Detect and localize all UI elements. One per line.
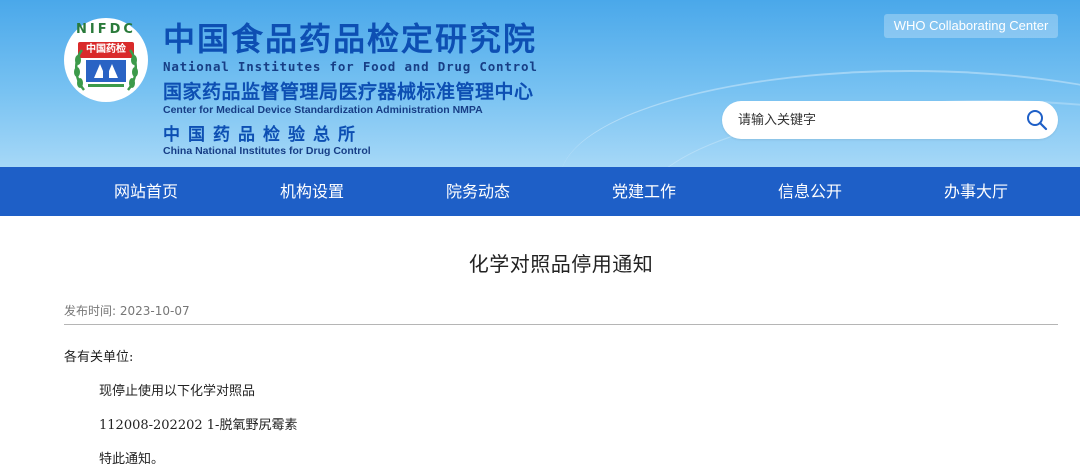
article-title: 化学对照品停用通知 [468, 252, 654, 276]
search-bar [722, 101, 1058, 139]
article-paragraph: 特此通知。 [99, 452, 165, 467]
search-input[interactable] [738, 101, 1018, 139]
who-collaborating-center-link[interactable]: WHO Collaborating Center [884, 14, 1058, 38]
article-paragraph: 112008-202202 1-脱氧野尻霉素 [99, 418, 298, 433]
institute-titles: 中国食品药品检定研究院 National Institutes for Food… [163, 20, 538, 157]
flask-emblem-icon [86, 60, 126, 87]
drug-control-name-cn: 中国药品检验总所 [163, 125, 363, 145]
main-nav: 网站首页 机构设置 院务动态 党建工作 信息公开 办事大厅 [0, 167, 1080, 216]
publish-label: 发布时间: [64, 304, 117, 318]
article-greeting: 各有关单位: [64, 350, 134, 365]
laurel-right-icon [127, 49, 138, 91]
institute-logo[interactable]: NIFDC 中国药检 [64, 18, 148, 102]
site-header: NIFDC 中国药检 中国食品药品检定研究院 National Institut… [0, 0, 1080, 167]
center-name-cn: 国家药品监督管理局医疗器械标准管理中心 [163, 81, 534, 103]
nav-item-party-work[interactable]: 党建工作 [561, 167, 727, 216]
search-icon[interactable] [1026, 109, 1048, 131]
nav-item-disclosure[interactable]: 信息公开 [727, 167, 893, 216]
publish-date: 2023-10-07 [119, 304, 190, 318]
institute-name-cn: 中国食品药品检定研究院 [163, 20, 538, 58]
drug-control-name-en: China National Institutes for Drug Contr… [163, 145, 371, 157]
institute-name-en: National Institutes for Food and Drug Co… [163, 59, 538, 74]
nav-item-services[interactable]: 办事大厅 [893, 167, 1059, 216]
logo-ring-text: NIFDC [76, 22, 136, 37]
article-paragraph: 现停止使用以下化学对照品 [99, 384, 256, 399]
nav-item-news[interactable]: 院务动态 [395, 167, 561, 216]
nav-item-home[interactable]: 网站首页 [63, 167, 229, 216]
divider [64, 324, 1058, 325]
nav-item-organization[interactable]: 机构设置 [229, 167, 395, 216]
center-name-en: Center for Medical Device Standardizatio… [163, 104, 483, 116]
laurel-left-icon [74, 49, 85, 91]
publish-meta: 发布时间: 2023-10-07 [64, 302, 190, 319]
